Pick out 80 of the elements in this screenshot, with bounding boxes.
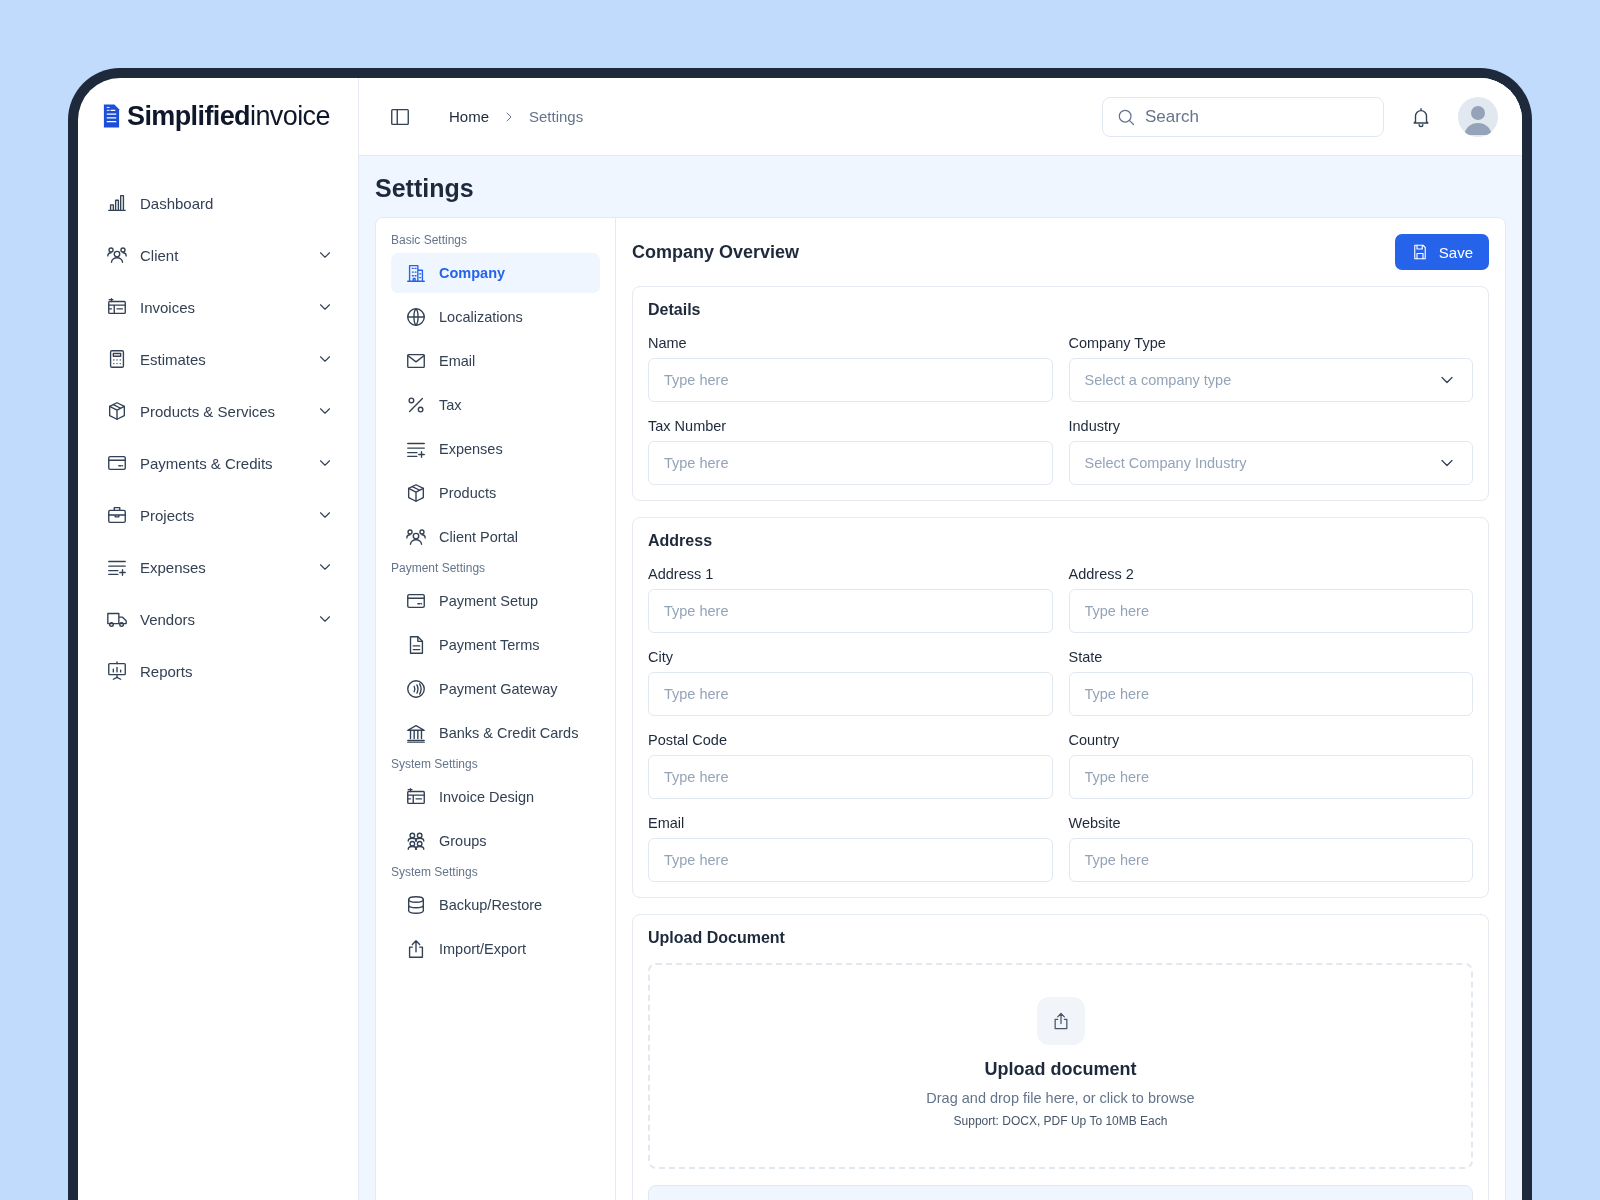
input-field[interactable]: Type here	[648, 441, 1053, 485]
field-label: State	[1068, 649, 1104, 665]
settings-menu-item[interactable]: Groups	[391, 821, 600, 861]
nav-item[interactable]: Vendors	[102, 607, 334, 631]
settings-menu-item[interactable]: Payment Terms	[391, 625, 600, 665]
settings-menu-item[interactable]: Import/Export	[391, 929, 600, 969]
field-label: Postal Code	[648, 732, 728, 748]
nav-item[interactable]: Invoices	[102, 295, 334, 319]
groups-icon	[405, 830, 427, 852]
users-icon	[405, 526, 427, 548]
field-label: Country	[1068, 732, 1121, 748]
drop-zone[interactable]: Upload document Drag and drop file here, or click to browse Support: DOCX, PDF Up To 10MB Each	[648, 963, 1473, 1169]
settings-menu-item[interactable]: Expenses	[391, 429, 600, 469]
settings-menu-item[interactable]: Client Portal	[391, 517, 600, 557]
panel-title: Details	[648, 301, 702, 319]
settings-menu-item[interactable]: Banks & Credit Cards	[391, 713, 600, 753]
settings-menu-item[interactable]: Backup/Restore	[391, 885, 600, 925]
input-field[interactable]: Type here	[1068, 672, 1473, 716]
box-icon	[106, 400, 128, 422]
users-icon	[106, 244, 128, 266]
panel-title: Address	[648, 532, 714, 550]
nav-item[interactable]: Projects	[102, 503, 334, 527]
settings-menu-item[interactable]: Localizations	[391, 297, 600, 337]
nav-item[interactable]: Reports	[102, 659, 334, 683]
panel-title: Upload Document	[648, 929, 786, 947]
field-label: City	[648, 649, 674, 665]
box-icon	[405, 482, 427, 504]
input-field[interactable]: Type here	[1068, 755, 1473, 799]
search-field[interactable]: Search	[1102, 96, 1384, 137]
nav-item[interactable]: Client	[102, 243, 334, 267]
briefcase-icon	[106, 504, 128, 526]
section-title: Company Overview	[632, 241, 800, 263]
settings-menu-item[interactable]: Email	[391, 341, 600, 381]
section-heading: Basic Settings	[391, 233, 469, 249]
app-logo[interactable]: Simplifiedinvoice	[102, 98, 358, 134]
percent-icon	[405, 394, 427, 416]
nav-item[interactable]: Expenses	[102, 555, 334, 579]
upload-heading: Upload document	[984, 1059, 1137, 1080]
input-field[interactable]: Type here	[648, 755, 1053, 799]
database-icon	[405, 894, 427, 916]
field-label: Address 2	[1068, 566, 1135, 582]
field-label: Address 1	[648, 566, 715, 582]
building-icon	[405, 262, 427, 284]
avatar[interactable]	[1458, 96, 1498, 137]
upload-support-text: Support: DOCX, PDF Up To 10MB Each	[953, 1114, 1168, 1128]
settings-menu-item[interactable]: Company	[391, 253, 600, 293]
section-heading: System Settings	[391, 865, 479, 881]
input-field[interactable]: Type here	[648, 358, 1053, 402]
save-button[interactable]: Save	[1394, 234, 1489, 270]
input-field[interactable]: Type here	[648, 589, 1053, 633]
chart-icon	[106, 192, 128, 214]
globe-icon	[405, 306, 427, 328]
input-field[interactable]: Type here	[648, 672, 1053, 716]
upload-hint: Drag and drop file here, or click to browse	[926, 1090, 1195, 1106]
settings-menu-item[interactable]: Tax	[391, 385, 600, 425]
input-field[interactable]: Type here	[648, 838, 1053, 882]
section-heading: System Settings	[391, 757, 479, 773]
presentation-icon	[106, 660, 128, 682]
field-label: Name	[648, 335, 688, 351]
bank-icon	[405, 722, 427, 744]
breadcrumb-link[interactable]: Home	[449, 108, 489, 125]
input-field[interactable]: Type here	[1068, 838, 1473, 882]
field-label: Email	[648, 815, 686, 831]
section-heading: Payment Settings	[391, 561, 487, 577]
page-title: Settings	[375, 174, 475, 203]
field-label: Company Type	[1068, 335, 1167, 351]
breadcrumb-link[interactable]: Settings	[529, 108, 584, 125]
input-field[interactable]: Type here	[1068, 589, 1473, 633]
settings-menu-item[interactable]: Invoice Design	[391, 777, 600, 817]
field-label: Industry	[1068, 418, 1122, 434]
nav-item[interactable]: Payments & Credits	[102, 451, 334, 475]
nav-item[interactable]: Estimates	[102, 347, 334, 371]
contactless-icon	[405, 678, 427, 700]
settings-menu-item[interactable]: Products	[391, 473, 600, 513]
settings-menu-item[interactable]: Payment Setup	[391, 581, 600, 621]
nav-item[interactable]: Products & Services	[102, 399, 334, 423]
field-label: Tax Number	[648, 418, 728, 434]
nav-item[interactable]: Dashboard	[102, 191, 334, 215]
field-label: Website	[1068, 815, 1122, 831]
settings-menu-item[interactable]: Payment Gateway	[391, 669, 600, 709]
